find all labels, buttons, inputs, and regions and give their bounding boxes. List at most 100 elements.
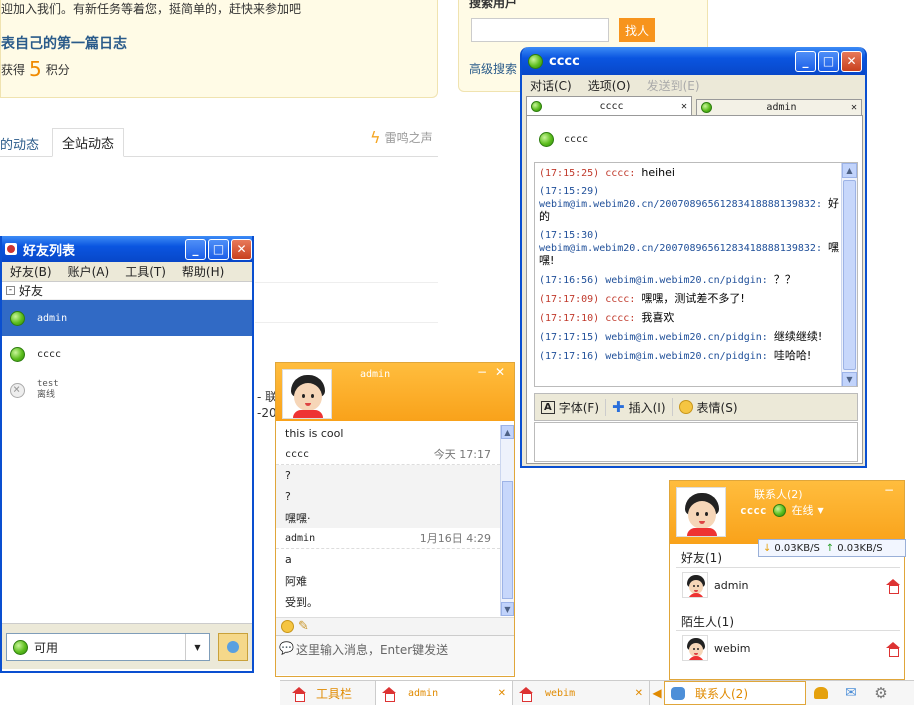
emoji-icon[interactable]: [281, 620, 294, 633]
chat-scrollbar[interactable]: ▲ ▼: [500, 425, 514, 616]
contacts-tab[interactable]: 联系人(2): [664, 681, 806, 705]
gear-icon[interactable]: ⚙: [866, 681, 896, 705]
tab-my-feed[interactable]: 的动态: [0, 134, 39, 153]
menu-send-to[interactable]: 发送到(E): [639, 77, 708, 94]
menu-tools[interactable]: 工具(T): [117, 263, 174, 280]
chat-message: (17:17:10) cccc: 我喜欢: [539, 312, 839, 325]
buddy-status: 离线: [37, 390, 56, 400]
reward-points: 5: [29, 57, 42, 81]
smiley-button[interactable]: 表情(S): [673, 399, 744, 416]
message-sender: webim@im.webim20.cn/pidgin:: [605, 275, 768, 286]
friends-group[interactable]: 好友(1): [681, 549, 722, 566]
tab-admin[interactable]: admin ✕: [696, 99, 862, 116]
message-input[interactable]: [534, 422, 858, 462]
scroll-down-icon[interactable]: ▼: [842, 372, 857, 386]
buddy-menubar: 好友(B) 账户(A) 工具(T) 帮助(H): [2, 262, 252, 282]
message-time: 1月16日 4:29: [419, 532, 491, 545]
im-tab-panel: cccc (17:15:25) cccc: heihei (17:15:29) w…: [526, 115, 863, 464]
menu-conversation[interactable]: 对话(C): [522, 77, 580, 94]
minimize-icon[interactable]: −: [477, 365, 487, 379]
user-search-input[interactable]: [471, 18, 609, 42]
collapse-icon[interactable]: -: [6, 286, 15, 295]
find-user-button[interactable]: 找人: [619, 18, 655, 42]
taskbar-tab-admin[interactable]: admin ✕: [376, 681, 513, 705]
scrollbar[interactable]: ▲ ▼: [841, 163, 857, 386]
menu-options[interactable]: 选项(O): [580, 77, 639, 94]
contact-name: cccc: [564, 134, 589, 145]
message-text: a: [276, 549, 500, 570]
minimize-icon[interactable]: −: [884, 483, 894, 497]
menu-accounts[interactable]: 账户(A): [60, 263, 118, 280]
menu-help[interactable]: 帮助(H): [174, 263, 232, 280]
maximize-button[interactable]: □: [208, 238, 229, 260]
message-sender: cccc:: [605, 313, 636, 324]
contact-header: cccc: [539, 132, 588, 147]
window-title: 好友列表: [23, 243, 76, 259]
close-button[interactable]: ✕: [841, 50, 862, 72]
scroll-thumb[interactable]: [843, 180, 856, 370]
buddy-icon-button[interactable]: [218, 633, 248, 661]
buddy-item-admin[interactable]: admin: [2, 300, 252, 336]
status-value: 可用: [34, 640, 59, 655]
buddy-item-cccc[interactable]: cccc: [2, 336, 252, 372]
scroll-up-icon[interactable]: ▲: [842, 163, 857, 178]
strangers-group[interactable]: 陌生人(1): [681, 613, 734, 630]
chat-message: (17:17:09) cccc: 嘿嘿，测试差不多了!: [539, 293, 839, 306]
chat-message: (17:15:25) cccc: heihei: [539, 167, 839, 180]
contact-webim[interactable]: webim: [682, 634, 900, 662]
toolbar-tab[interactable]: 工具栏: [280, 681, 376, 705]
message-header: admin 1月16日 4:29: [276, 528, 500, 549]
speech-icon: 💬: [279, 641, 294, 655]
presence[interactable]: cccc 在线 ▼: [740, 502, 824, 518]
chat-input[interactable]: 💬 这里输入消息，Enter键发送: [276, 635, 514, 675]
taskbar-tab-webim[interactable]: webim ✕: [513, 681, 650, 705]
scroll-left-icon[interactable]: ◀: [650, 681, 664, 705]
home-icon[interactable]: [886, 578, 900, 594]
close-icon[interactable]: ✕: [495, 365, 505, 379]
buddy-name: test: [37, 379, 59, 389]
input-placeholder: 这里输入消息，Enter键发送: [295, 643, 449, 657]
status-icon: [539, 132, 554, 147]
menu-buddies[interactable]: 好友(B): [2, 263, 60, 280]
close-button[interactable]: ✕: [231, 238, 252, 260]
buddy-item-test[interactable]: test离线: [2, 372, 252, 408]
insert-button[interactable]: ✚ 插入(I): [606, 398, 673, 416]
tab-cccc[interactable]: cccc ✕: [526, 96, 692, 116]
insert-label: 插入(I): [628, 400, 666, 415]
avatar: [682, 572, 708, 598]
minimize-button[interactable]: _: [795, 50, 816, 72]
close-icon[interactable]: ✕: [851, 102, 857, 113]
tab-all-feed[interactable]: 全站动态: [52, 128, 125, 157]
search-title: 搜索用户: [469, 0, 518, 10]
message-sender: cccc:: [605, 168, 636, 179]
font-button[interactable]: A 字体(F): [535, 398, 607, 416]
scroll-down-icon[interactable]: ▼: [501, 602, 514, 616]
people-button[interactable]: [806, 681, 836, 705]
contact-admin[interactable]: admin: [682, 571, 900, 599]
advanced-search-link[interactable]: 高级搜索: [469, 60, 517, 77]
feed-tabs: 的动态 全站动态 ϟ 雷鸣之声: [0, 128, 438, 157]
chat-tools: ✎: [276, 617, 514, 635]
toolbar-label: 工具栏: [316, 686, 353, 701]
close-icon[interactable]: ✕: [498, 688, 506, 699]
scroll-thumb[interactable]: [502, 481, 513, 599]
task-title[interactable]: 表自己的第一篇日志: [1, 33, 127, 53]
scroll-up-icon[interactable]: ▲: [501, 425, 514, 439]
status-select[interactable]: 可用 ▼: [6, 633, 210, 661]
minimize-button[interactable]: _: [185, 238, 206, 260]
home-icon[interactable]: [886, 641, 900, 657]
message-time: (17:17:15): [539, 332, 600, 343]
close-icon[interactable]: ✕: [681, 101, 687, 112]
broom-icon[interactable]: ✎: [298, 619, 309, 634]
chevron-down-icon[interactable]: ▼: [185, 634, 209, 660]
close-icon[interactable]: ✕: [635, 688, 643, 699]
im-menubar: 对话(C) 选项(O) 发送到(E): [522, 75, 865, 95]
contact-name: webim: [714, 641, 751, 655]
chevron-down-icon[interactable]: ▼: [818, 506, 824, 515]
group-header[interactable]: - 好友: [2, 282, 252, 300]
thunder-link[interactable]: 雷鸣之声: [385, 129, 433, 146]
window-title: cccc: [549, 53, 580, 69]
mail-icon[interactable]: ✉: [836, 681, 866, 705]
contacts-title: 联系人(2): [754, 488, 803, 501]
maximize-button[interactable]: □: [818, 50, 839, 72]
